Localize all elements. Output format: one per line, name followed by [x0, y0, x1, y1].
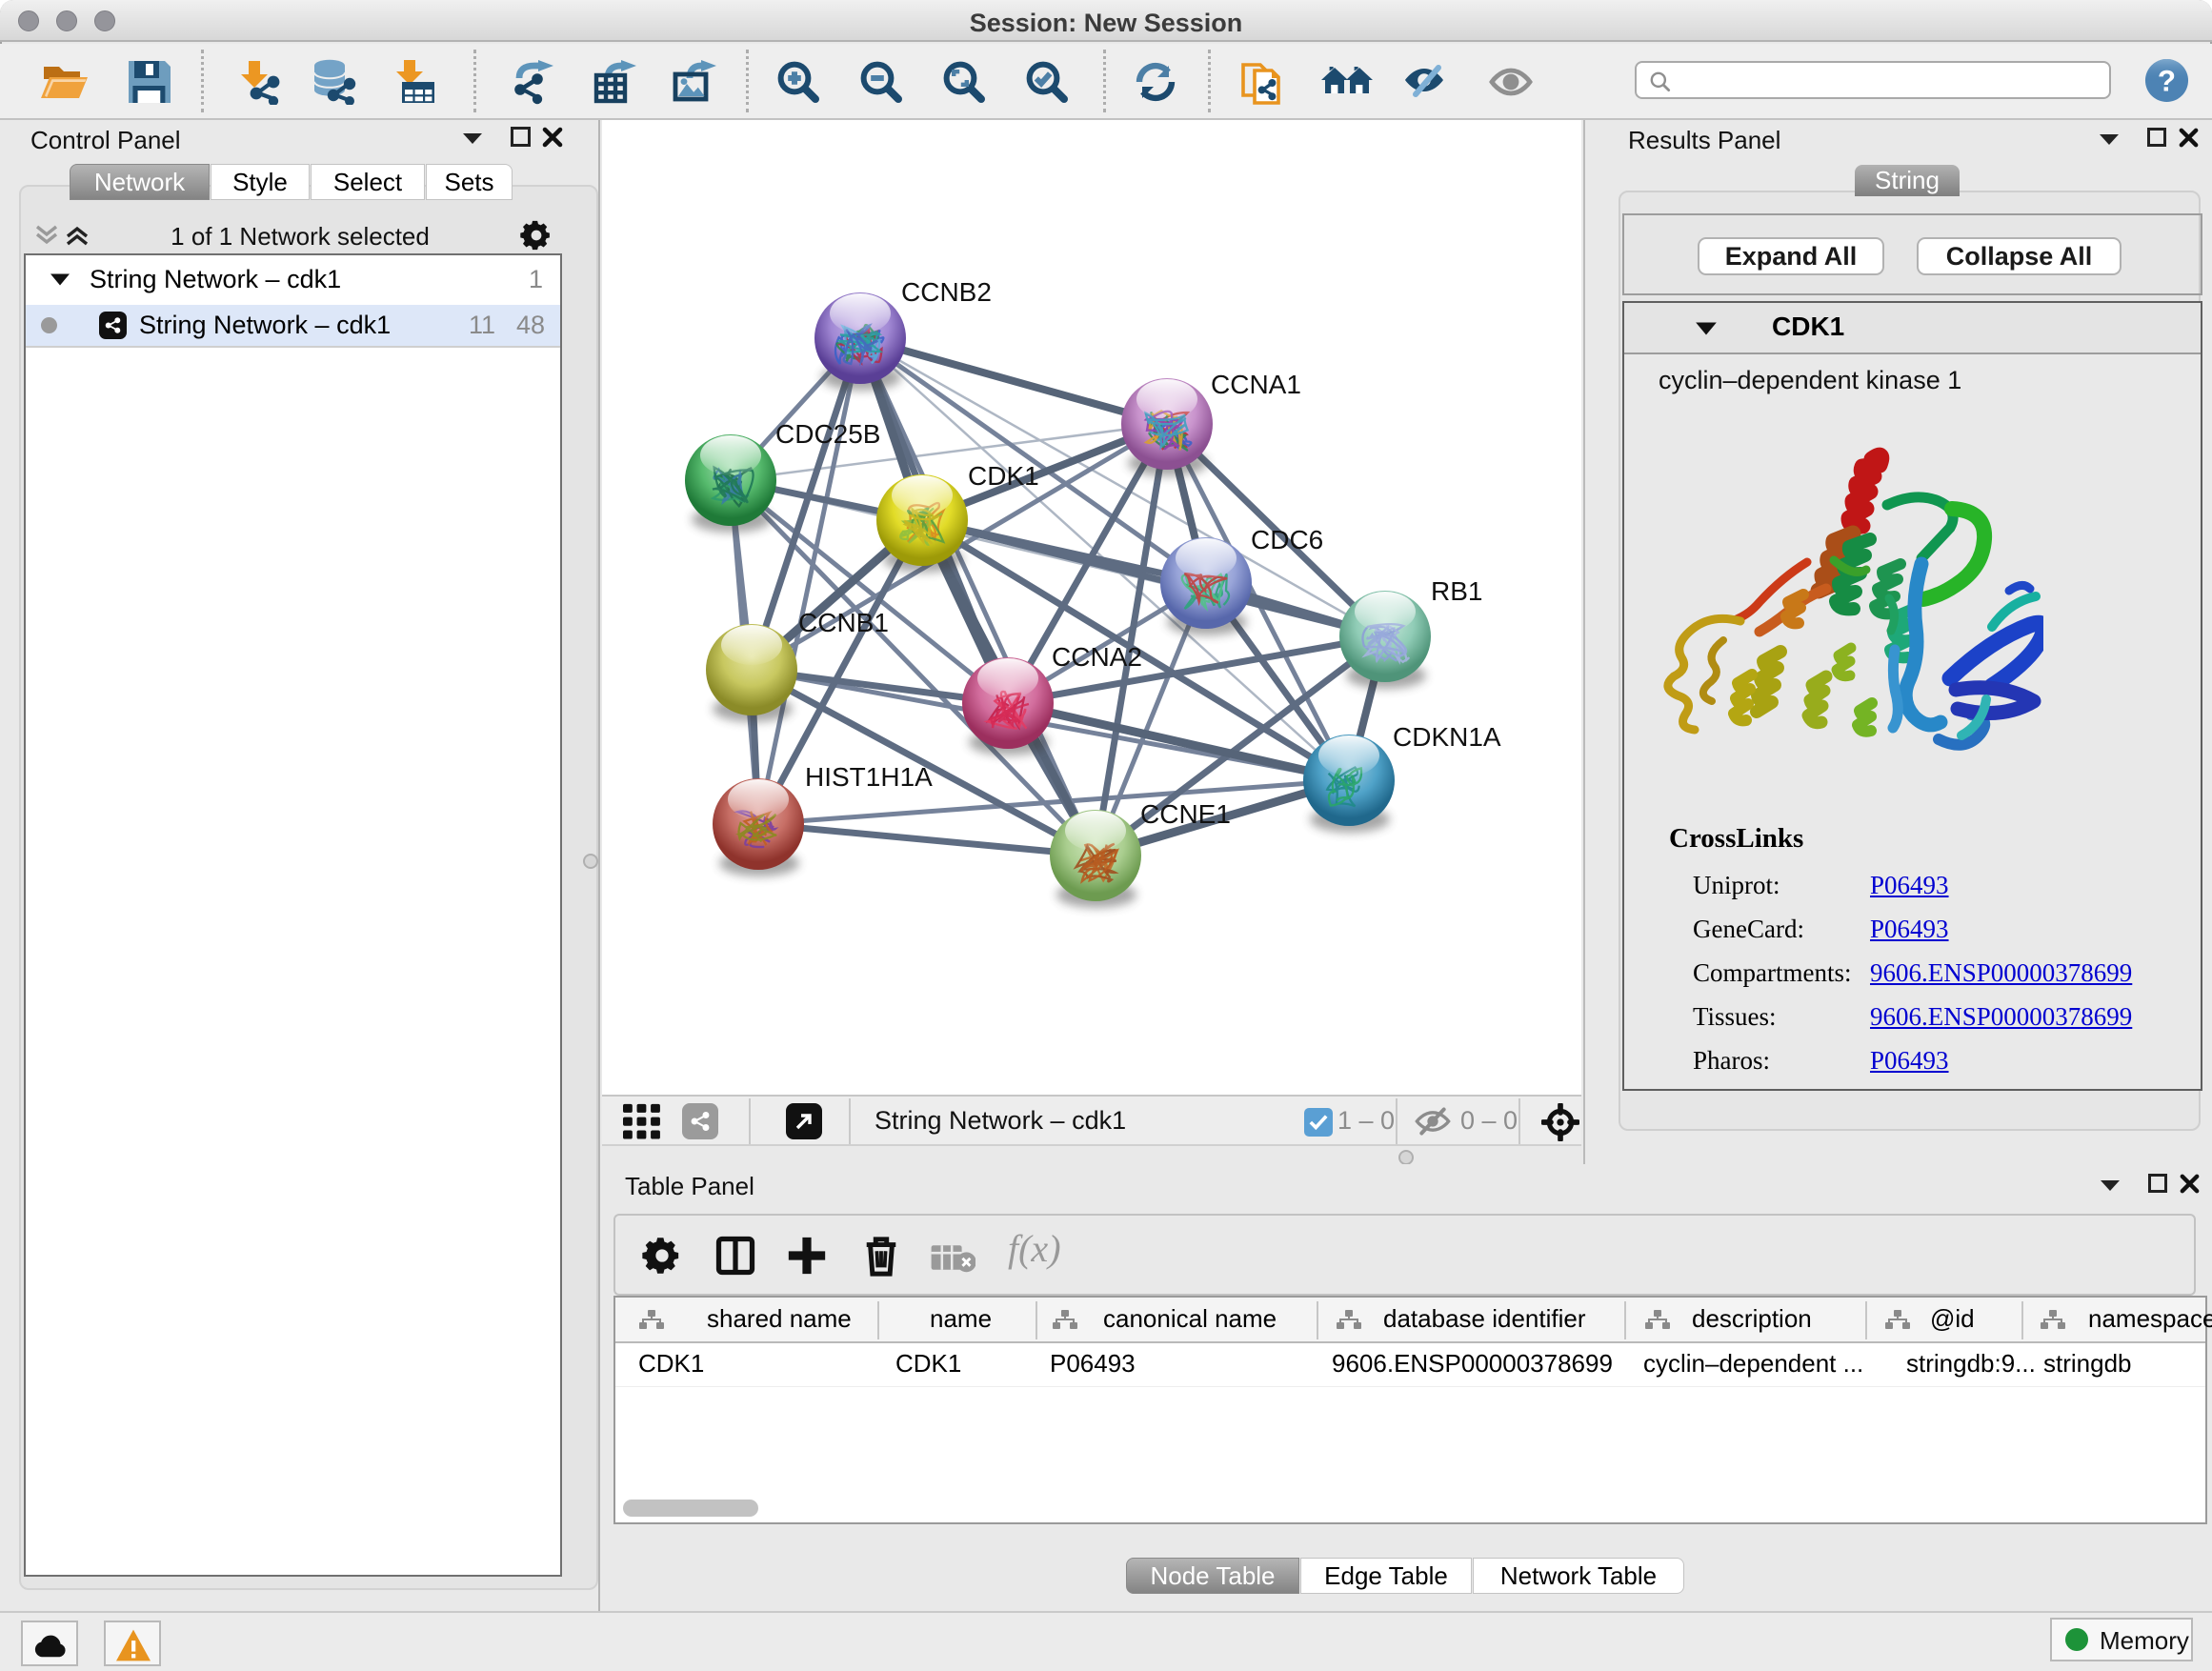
svg-text:CDC25B: CDC25B	[775, 419, 880, 449]
svg-text:HIST1H1A: HIST1H1A	[805, 762, 933, 792]
svg-text:CCNE1: CCNE1	[1140, 799, 1231, 829]
svg-text:CDK1: CDK1	[968, 461, 1039, 491]
svg-text:?: ?	[2158, 64, 2176, 97]
svg-text:CCNB2: CCNB2	[901, 277, 992, 307]
svg-text:CDKN1A: CDKN1A	[1393, 722, 1501, 752]
svg-text:CCNA2: CCNA2	[1052, 642, 1142, 672]
svg-text:CDC6: CDC6	[1251, 525, 1323, 554]
svg-text:CCNA1: CCNA1	[1211, 370, 1301, 399]
svg-text:RB1: RB1	[1431, 576, 1482, 606]
svg-text:CCNB1: CCNB1	[798, 608, 889, 637]
